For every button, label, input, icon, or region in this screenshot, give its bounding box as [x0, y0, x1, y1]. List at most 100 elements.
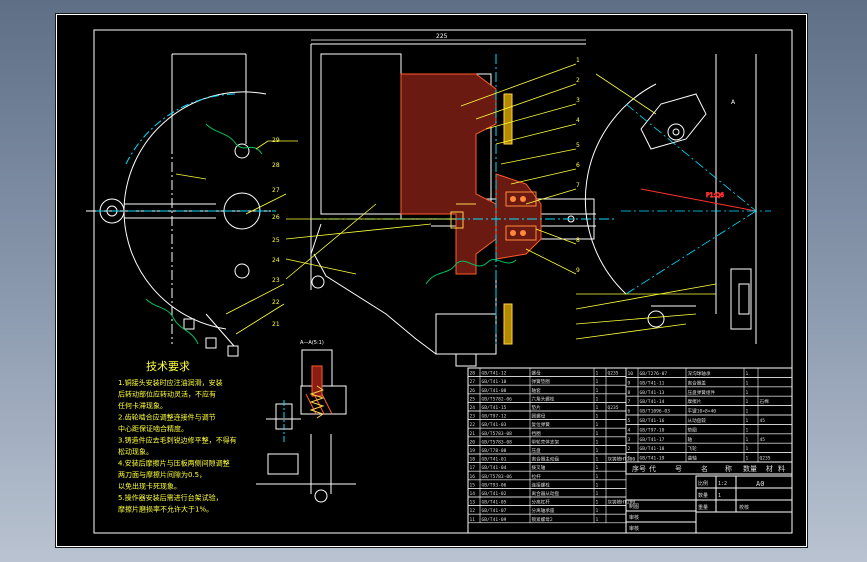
- part-qty: 1: [596, 371, 599, 377]
- part-qty: 1: [596, 517, 599, 523]
- part-qty: 1: [596, 379, 599, 385]
- qty-value: 1: [718, 493, 721, 499]
- part-code: GB/T276-07: [640, 371, 668, 377]
- tech-line: 以免出现卡死现象。: [118, 482, 181, 491]
- part-name: 离合器主动盘: [532, 456, 560, 463]
- part-name: 挡圈: [532, 430, 542, 437]
- part-no: 20: [470, 439, 476, 445]
- part-no: 23: [470, 414, 476, 420]
- svg-text:7: 7: [576, 182, 580, 189]
- part-code: GB/T41-07: [482, 508, 507, 514]
- part-code: GB/T41-09: [482, 517, 507, 523]
- part-qty: 1: [596, 405, 599, 411]
- part-code: GB/T41-19: [640, 456, 665, 462]
- part-qty: 1: [746, 399, 749, 405]
- part-name: 连接螺栓: [532, 481, 551, 488]
- part-qty: 1: [596, 388, 599, 394]
- part-qty: 1: [596, 491, 599, 497]
- part-code: GB/T41-14: [640, 399, 665, 405]
- part-no: 24: [470, 405, 476, 411]
- part-no: 5: [628, 418, 631, 424]
- part-code: GB/T41-11: [640, 380, 665, 386]
- hdr-code-a: 代: [649, 464, 656, 473]
- part-no: 8: [628, 390, 631, 396]
- part-mat: Q235: [608, 371, 619, 377]
- qty-label: 数量: [698, 492, 708, 499]
- svg-text:3: 3: [576, 97, 580, 104]
- part-name: 圆螺母: [532, 413, 546, 420]
- hdr-name-a: 名: [701, 464, 708, 473]
- tech-line: 1.铜接头安装时应注油润滑，安装: [118, 378, 223, 387]
- part-name: 拨叉轴: [532, 464, 546, 471]
- part-no: 1: [628, 456, 631, 462]
- part-code: GB/T41-12: [482, 371, 507, 377]
- svg-text:6: 6: [576, 162, 580, 169]
- part-qty: 1: [746, 418, 749, 424]
- part-qty: 1: [746, 371, 749, 377]
- part-name: 带轮壳体支架: [532, 438, 560, 445]
- part-no: 7: [628, 399, 631, 405]
- cad-viewport[interactable]: 225 123 456 789 29 28 27 26 25 24 23 22 21: [55, 13, 808, 548]
- part-qty: 1: [746, 380, 749, 386]
- part-qty: 1: [596, 474, 599, 480]
- tech-line: 摩擦片磨损率不允许大于1%。: [118, 505, 213, 514]
- part-code: GB/T41-10: [482, 379, 507, 385]
- svg-text:1: 1: [576, 57, 580, 64]
- part-name: 压盘: [532, 447, 542, 454]
- part-mat: Q235: [608, 405, 619, 411]
- hdr-qty: 数量: [743, 464, 757, 473]
- title-block: 28 GB/T41-12 螺母 1 Q23527 GB/T41-10 弹簧垫圈 126 GB/T…: [467, 367, 793, 534]
- parts-table-right: 10 GB/T276-07 深沟球轴承 1 9 GB/T41-11 离合器盖 1 8 GB/T41…: [625, 367, 793, 463]
- part-code: GB/T1096-03: [640, 409, 671, 415]
- paper-size: A0: [756, 480, 764, 488]
- svg-text:23: 23: [272, 277, 280, 284]
- part-name: 飞轮: [688, 445, 698, 452]
- part-code: GB/T41-17: [640, 437, 665, 443]
- svg-text:22: 22: [272, 299, 280, 306]
- part-name: 轴: [688, 436, 693, 443]
- part-qty: 1: [596, 422, 599, 428]
- part-qty: 1: [596, 465, 599, 471]
- part-name: 六角头螺栓: [532, 395, 555, 402]
- tech-line: 后转动部位应转动灵活，不应有: [118, 390, 216, 399]
- tech-requirements: 1.铜接头安装时应注油润滑，安装 后转动部位应转动灵活，不应有 任何卡滞现象。 2…: [118, 378, 237, 514]
- part-code: GB/T97-12: [482, 414, 507, 420]
- cad-drawing: 225 123 456 789 292827 262524 232221 P1:…: [56, 14, 807, 547]
- part-name: 螺母: [532, 370, 542, 377]
- part-no: 11: [470, 517, 476, 523]
- svg-text:2: 2: [576, 77, 580, 84]
- part-qty: 1: [596, 396, 599, 402]
- part-name: 从动盘毂: [688, 417, 707, 424]
- svg-text:25: 25: [272, 237, 280, 244]
- svg-text:4: 4: [576, 117, 580, 124]
- part-no: 16: [470, 474, 476, 480]
- weight-label: 重量: [698, 504, 708, 511]
- part-code: GB/T97-10: [640, 427, 665, 433]
- part-qty: 1: [596, 500, 599, 506]
- part-no: 6: [628, 409, 631, 415]
- approve-label: 审核: [629, 525, 639, 532]
- svg-text:8: 8: [576, 237, 580, 244]
- tech-requirements-title: 技术要求: [146, 360, 190, 373]
- part-no: 17: [470, 465, 476, 471]
- right-view: [584, 54, 757, 344]
- part-name: 分离轴承座: [532, 507, 555, 514]
- part-code: GB/T41-03: [482, 422, 507, 428]
- part-no: 3: [628, 437, 631, 443]
- part-no: 25: [470, 396, 476, 402]
- part-name: 弹簧垫圈: [532, 378, 551, 385]
- part-no: 9: [628, 380, 631, 386]
- svg-text:21: 21: [272, 321, 280, 328]
- part-name: 垫圈: [688, 426, 698, 433]
- detail-label: A—A(5:1): [300, 340, 324, 346]
- tech-line: 中心距保证啮合精度。: [118, 424, 188, 433]
- dimension-text: 225: [436, 33, 448, 40]
- drawn-label: 制图: [629, 503, 639, 510]
- part-no: 27: [470, 379, 476, 385]
- part-code: GB/T41-16: [640, 418, 665, 424]
- part-name: 轴套: [532, 387, 542, 394]
- part-code: GB/T41-04: [482, 465, 507, 471]
- hdr-no: 序号: [632, 464, 646, 473]
- svg-text:5: 5: [576, 142, 580, 149]
- part-name: 曲轴: [688, 455, 698, 462]
